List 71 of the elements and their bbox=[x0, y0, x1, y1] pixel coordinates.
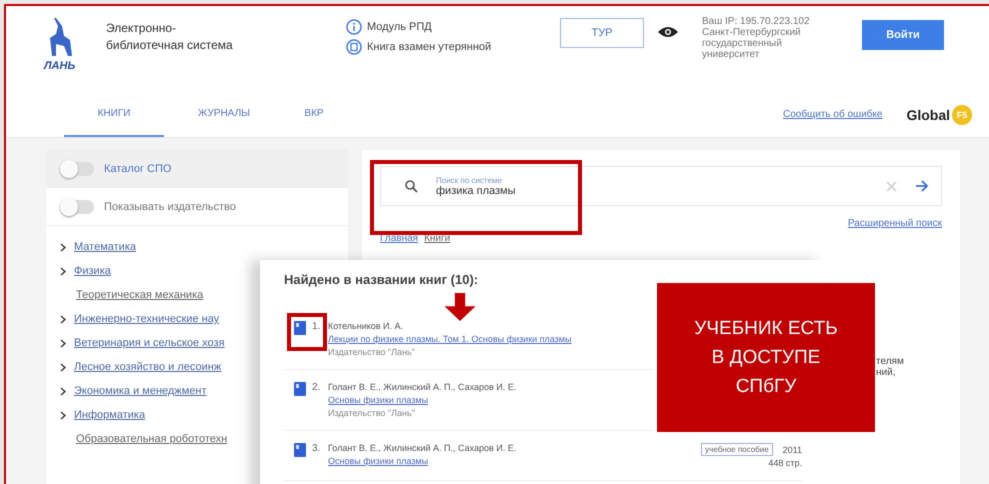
book-icon bbox=[294, 443, 306, 457]
category-link[interactable]: Информатика bbox=[74, 409, 146, 421]
result-author: Голант В. Е., Жилинский А. П., Сахаров И. Е. bbox=[328, 382, 518, 392]
result-item[interactable]: 2. Голант В. Е., Жилинский А. П., Сахаров И. Е. Основы физики плазмы Издательство "Лань" bbox=[284, 370, 654, 431]
category-link[interactable]: Образовательная робототехн bbox=[76, 433, 228, 445]
result-title-link[interactable]: Основы физики плазмы bbox=[328, 395, 654, 405]
header-link[interactable]: Модуль РПД bbox=[346, 19, 560, 35]
toggle-label: Каталог СПО bbox=[104, 162, 172, 174]
result-title-link[interactable]: Лекции по физике плазмы. Том 1. Основы физики плазмы bbox=[328, 334, 654, 344]
ip-info-text: Санкт-Петербургский bbox=[702, 27, 802, 38]
toggle-switch[interactable] bbox=[60, 162, 94, 176]
report-error-link[interactable]: Сообщить об ошибке bbox=[782, 109, 882, 120]
category-link[interactable]: Экономика и менеджмент bbox=[74, 385, 206, 397]
chevron-right-icon[interactable] bbox=[60, 338, 66, 348]
eye-icon[interactable] bbox=[658, 26, 678, 38]
chevron-right-icon[interactable] bbox=[60, 242, 66, 252]
tour-button[interactable]: ТУР bbox=[560, 18, 644, 48]
header-link[interactable]: Книга взамен утерянной bbox=[346, 39, 560, 55]
nav-tab[interactable]: ЖУРНАЛЫ bbox=[164, 92, 284, 137]
info-icon bbox=[346, 19, 362, 35]
category-link[interactable]: Математика bbox=[74, 241, 136, 253]
description-text: телям bbox=[876, 356, 905, 367]
chevron-right-icon[interactable] bbox=[60, 386, 66, 396]
ip-info-text: государственный bbox=[702, 38, 783, 49]
result-publisher: Издательство "Лань" bbox=[328, 347, 416, 357]
partner-logo-badge: F5 bbox=[952, 104, 972, 124]
category-link[interactable]: Инженерно-технические нау bbox=[74, 313, 220, 325]
advanced-search-link[interactable]: Расширенный поиск bbox=[848, 218, 942, 229]
category-link[interactable]: Лесное хозяйство и лесоинж bbox=[74, 361, 222, 373]
chevron-right-icon[interactable] bbox=[60, 410, 66, 420]
book-icon bbox=[294, 321, 306, 335]
results-heading: Найдено в названии книг (10): bbox=[284, 272, 480, 287]
description-text: ний, bbox=[876, 367, 896, 378]
chevron-right-icon[interactable] bbox=[60, 266, 66, 276]
nav-tab[interactable]: КНИГИ bbox=[64, 92, 164, 137]
search-label: Поиск по системе bbox=[436, 176, 503, 184]
chevron-right-icon[interactable] bbox=[60, 362, 66, 372]
book-icon bbox=[294, 382, 306, 396]
nav-tab[interactable]: ВКР bbox=[284, 92, 344, 137]
result-author: Голант В. Е., Жилинский А. П., Сахаров И. Е. bbox=[328, 443, 518, 453]
breadcrumb-link[interactable]: Книги bbox=[424, 233, 450, 244]
down-arrow-drawing bbox=[444, 293, 476, 321]
toggle-label: Показывать издательство bbox=[104, 200, 236, 212]
result-pages: 448 стр. bbox=[768, 458, 802, 468]
book-icon bbox=[346, 39, 362, 55]
type-tag: учебное пособие bbox=[701, 443, 773, 456]
category-link[interactable]: Теоретическая механика bbox=[76, 289, 204, 301]
site-name: библиотечная система bbox=[106, 37, 234, 54]
result-number: 1. bbox=[312, 321, 322, 334]
search-icon bbox=[405, 180, 418, 192]
ip-info-text: Ваш IP: 195.70.223.102 bbox=[702, 16, 811, 27]
result-author: Котельников И. А. bbox=[328, 321, 404, 331]
callout-text: В ДОСТУПЕ bbox=[712, 346, 820, 370]
category-link[interactable]: Ветеринария и сельское хозя bbox=[74, 337, 225, 349]
site-name: Электронно- bbox=[106, 20, 178, 37]
result-number: 3. bbox=[312, 443, 322, 456]
result-year: 2011 bbox=[782, 444, 802, 454]
login-button[interactable]: Войти bbox=[862, 20, 944, 50]
toggle-switch[interactable] bbox=[60, 200, 94, 214]
result-number: 2. bbox=[312, 382, 322, 395]
partner-logo-text: Global bbox=[906, 106, 950, 122]
chevron-right-icon[interactable] bbox=[60, 314, 66, 324]
result-item[interactable]: 1. Котельников И. А. Лекции по физике плазмы. Том 1. Основы физики плазмы Издательство "Лань" bbox=[284, 309, 654, 370]
category-link[interactable]: Физика bbox=[74, 265, 111, 277]
callout-text: СПбГУ bbox=[736, 375, 796, 399]
result-publisher: Издательство "Лань" bbox=[328, 408, 416, 418]
arrow-right-icon[interactable] bbox=[915, 180, 929, 192]
logo-text: ЛАНЬ bbox=[44, 60, 76, 72]
result-title-link[interactable]: Основы физики плазмы bbox=[328, 456, 696, 466]
ip-info-text: университет bbox=[702, 49, 760, 60]
callout-text: УЧЕБНИК ЕСТЬ bbox=[694, 317, 838, 341]
